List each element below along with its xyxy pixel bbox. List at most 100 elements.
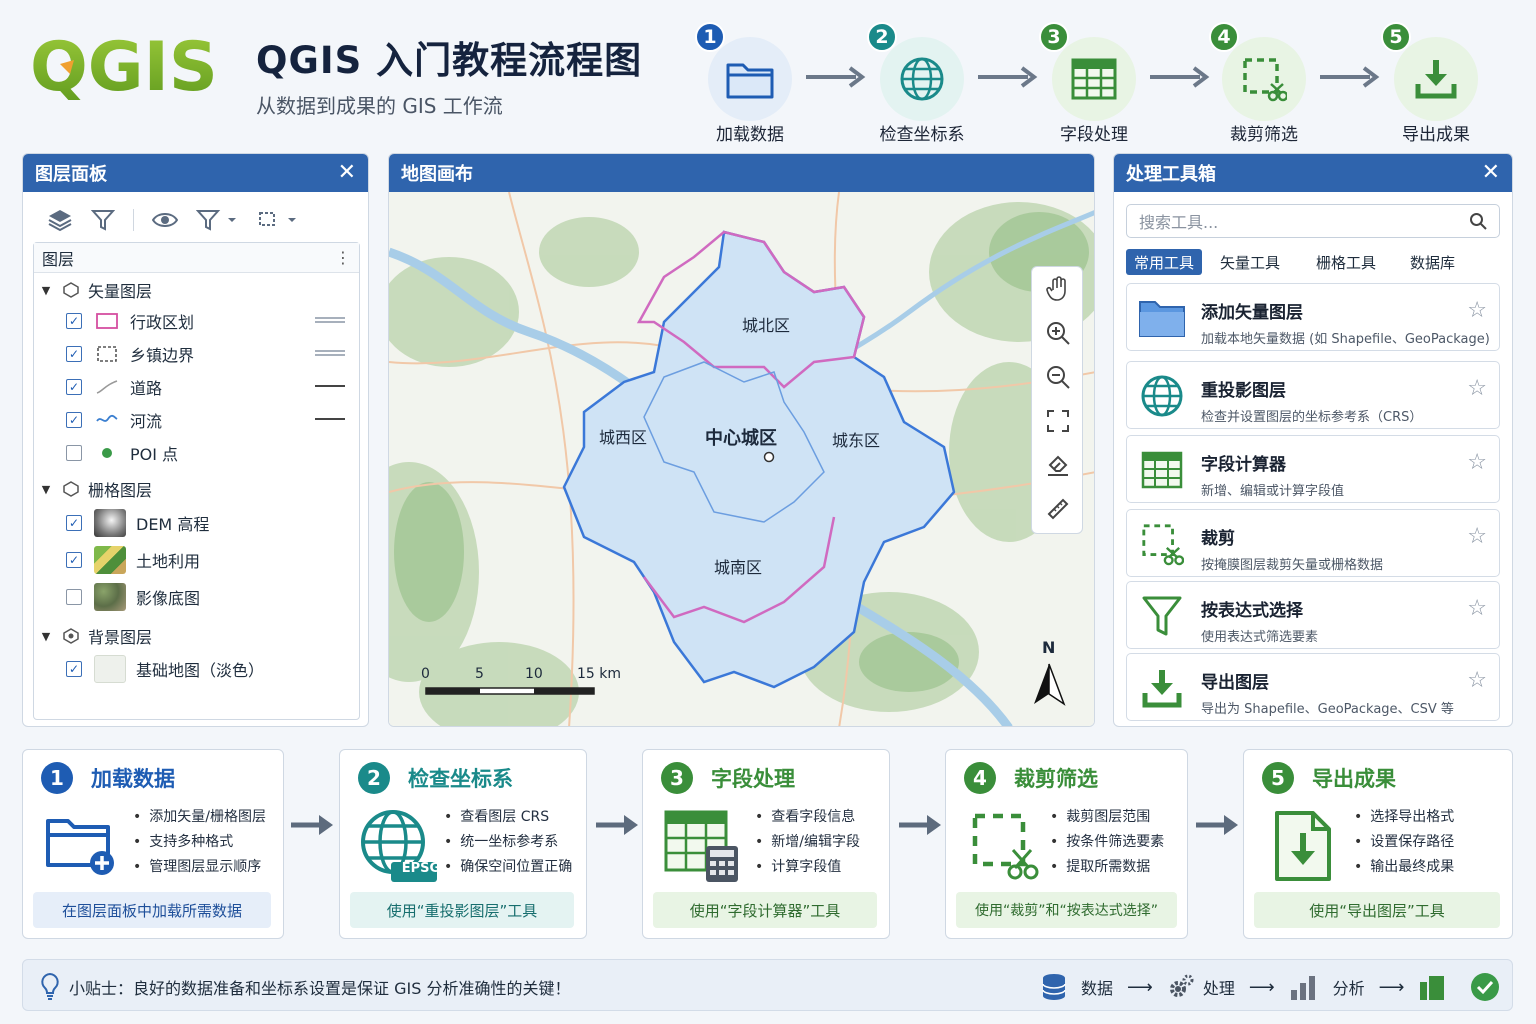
zoom-in-icon[interactable] [1032, 311, 1084, 355]
filter-icon[interactable] [91, 208, 115, 232]
layer-item[interactable]: POI 点 [66, 438, 178, 468]
layer-group-raster[interactable]: ▼ 栅格图层 [36, 474, 152, 504]
star-icon[interactable]: ☆ [1467, 450, 1487, 475]
more-icon[interactable]: ⋮ [335, 248, 351, 267]
layer-item[interactable]: 影像底图 [66, 582, 200, 612]
layer-item[interactable]: ✓ 基础地图（淡色） [66, 654, 264, 684]
zoom-out-icon[interactable] [1032, 355, 1084, 399]
layers-icon[interactable] [47, 208, 73, 232]
tool-name: 裁剪 [1201, 529, 1235, 549]
star-icon[interactable]: ☆ [1467, 376, 1487, 401]
tool-description: 加载本地矢量数据 (如 Shapefile、GeoPackage) [1201, 332, 1490, 347]
close-icon[interactable]: ✕ [338, 162, 356, 184]
map-panel-header: 地图画布 [389, 154, 1094, 192]
step-label: 字段处理 [1060, 125, 1128, 145]
step-clip-filter[interactable]: 4 裁剪筛选 [1209, 22, 1319, 145]
result-chart-icon [1420, 976, 1445, 1000]
export-icon [1394, 37, 1478, 121]
line-legend-icon [315, 317, 345, 323]
layer-checkbox[interactable] [66, 589, 82, 605]
star-icon[interactable]: ☆ [1467, 524, 1487, 549]
tool-item-add-vector[interactable]: 添加矢量图层 加载本地矢量数据 (如 Shapefile、GeoPackage)… [1126, 283, 1500, 351]
layer-group-label: 栅格图层 [88, 481, 153, 500]
step-export[interactable]: 5 导出成果 [1381, 22, 1491, 145]
tab-vector-tools[interactable]: 矢量工具 [1212, 249, 1288, 275]
star-icon[interactable]: ☆ [1467, 668, 1487, 693]
layer-item[interactable]: ✓ DEM 高程 [66, 508, 209, 538]
globe-icon [880, 37, 964, 121]
scale-bar [425, 687, 595, 695]
layer-item[interactable]: ✓ 土地利用 [66, 545, 200, 575]
clip-icon [1222, 37, 1306, 121]
table-calculator-icon [657, 806, 747, 886]
card-load-data: 1 加载数据 添加矢量/栅格图层 支持多种格式 管理图层显示顺序 在图层面板中加… [22, 749, 284, 939]
layer-item[interactable]: ✓ 河流 [66, 405, 162, 435]
arrow-right-icon [806, 66, 866, 88]
clip-icon [1137, 520, 1187, 568]
folder-add-icon [37, 806, 127, 886]
map-toolbar [1031, 266, 1083, 534]
layer-checkbox[interactable]: ✓ [66, 412, 82, 428]
layer-tree-title: 图层 [42, 249, 75, 269]
tool-item-select-by-expression[interactable]: 按表达式选择 使用表达式筛选要素 ☆ [1126, 581, 1500, 649]
layer-label: DEM 高程 [136, 515, 210, 534]
river-symbol-icon [94, 409, 120, 431]
layer-checkbox[interactable]: ✓ [66, 661, 82, 677]
step-load-data[interactable]: 1 加载数据 [695, 22, 805, 145]
layer-checkbox[interactable]: ✓ [66, 313, 82, 329]
star-icon[interactable]: ☆ [1467, 596, 1487, 621]
basemap-thumbnail [94, 655, 126, 683]
layer-toolbar [23, 192, 368, 238]
arrow-right-icon [596, 815, 638, 835]
step-field-processing[interactable]: 3 字段处理 [1039, 22, 1149, 145]
layer-checkbox[interactable]: ✓ [66, 346, 82, 362]
layer-checkbox[interactable]: ✓ [66, 379, 82, 395]
card-bullet: 管理图层显示顺序 [133, 855, 266, 880]
layer-checkbox[interactable]: ✓ [66, 552, 82, 568]
tool-item-clip[interactable]: 裁剪 按掩膜图层裁剪矢量或栅格数据 ☆ [1126, 509, 1500, 577]
map-canvas[interactable]: 城北区 城西区 中心城区 城东区 城南区 0 5 10 15 km N [389, 192, 1094, 726]
filter-dropdown-icon[interactable] [196, 208, 240, 232]
card-bullet: 新增/编辑字段 [755, 830, 860, 855]
layer-group-background[interactable]: ▼ 背景图层 [36, 621, 152, 651]
expand-icon[interactable]: ▼ [36, 284, 56, 297]
eye-icon[interactable] [152, 211, 178, 229]
identify-eraser-icon[interactable] [1032, 443, 1084, 487]
flow-arrow: ⟶ [1248, 976, 1275, 998]
zoom-full-icon[interactable] [1032, 399, 1084, 443]
layer-item[interactable]: ✓ 道路 [66, 372, 162, 402]
star-icon[interactable]: ☆ [1467, 298, 1487, 323]
tab-raster-tools[interactable]: 栅格工具 [1308, 249, 1384, 275]
card-number: 2 [358, 762, 390, 794]
layer-item[interactable]: ✓ 行政区划 [66, 306, 194, 336]
layer-item[interactable]: ✓ 乡镇边界 [66, 339, 194, 369]
card-number: 3 [661, 762, 693, 794]
tool-search-input[interactable]: 搜索工具... [1126, 204, 1500, 238]
district-label: 城西区 [599, 428, 648, 447]
tool-item-field-calculator[interactable]: 字段计算器 新增、编辑或计算字段值 ☆ [1126, 435, 1500, 503]
tab-database[interactable]: 数据库 [1402, 249, 1463, 275]
qgis-logo: QGIS [30, 30, 218, 100]
step-number: 5 [1381, 22, 1411, 52]
arrow-right-icon [978, 66, 1038, 88]
measure-ruler-icon[interactable] [1032, 487, 1084, 531]
expand-icon[interactable]: ▼ [36, 483, 56, 496]
tool-item-export-layer[interactable]: 导出图层 导出为 Shapefile、GeoPackage、CSV 等 ☆ [1126, 653, 1500, 721]
layer-checkbox[interactable]: ✓ [66, 515, 82, 531]
step-check-crs[interactable]: 2 检查坐标系 [867, 22, 977, 145]
step-number: 2 [867, 22, 897, 52]
card-title: 检查坐标系 [408, 767, 513, 791]
pan-hand-icon[interactable] [1032, 267, 1084, 311]
close-icon[interactable]: ✕ [1482, 162, 1500, 184]
search-placeholder: 搜索工具... [1139, 213, 1219, 232]
step-label: 加载数据 [716, 125, 784, 145]
layer-group-vector[interactable]: ▼ 矢量图层 [36, 275, 152, 305]
layer-checkbox[interactable] [66, 445, 82, 461]
tab-common-tools[interactable]: 常用工具 [1126, 249, 1203, 275]
tool-item-reproject[interactable]: 重投影图层 检查并设置图层的坐标参考系（CRS） ☆ [1126, 361, 1500, 429]
expand-icon[interactable]: ▼ [36, 630, 56, 643]
district-label: 中心城区 [705, 428, 777, 449]
raster-group-icon [63, 481, 79, 497]
select-dropdown-icon[interactable] [258, 208, 300, 232]
card-footer: 使用“字段计算器”工具 [653, 892, 877, 928]
